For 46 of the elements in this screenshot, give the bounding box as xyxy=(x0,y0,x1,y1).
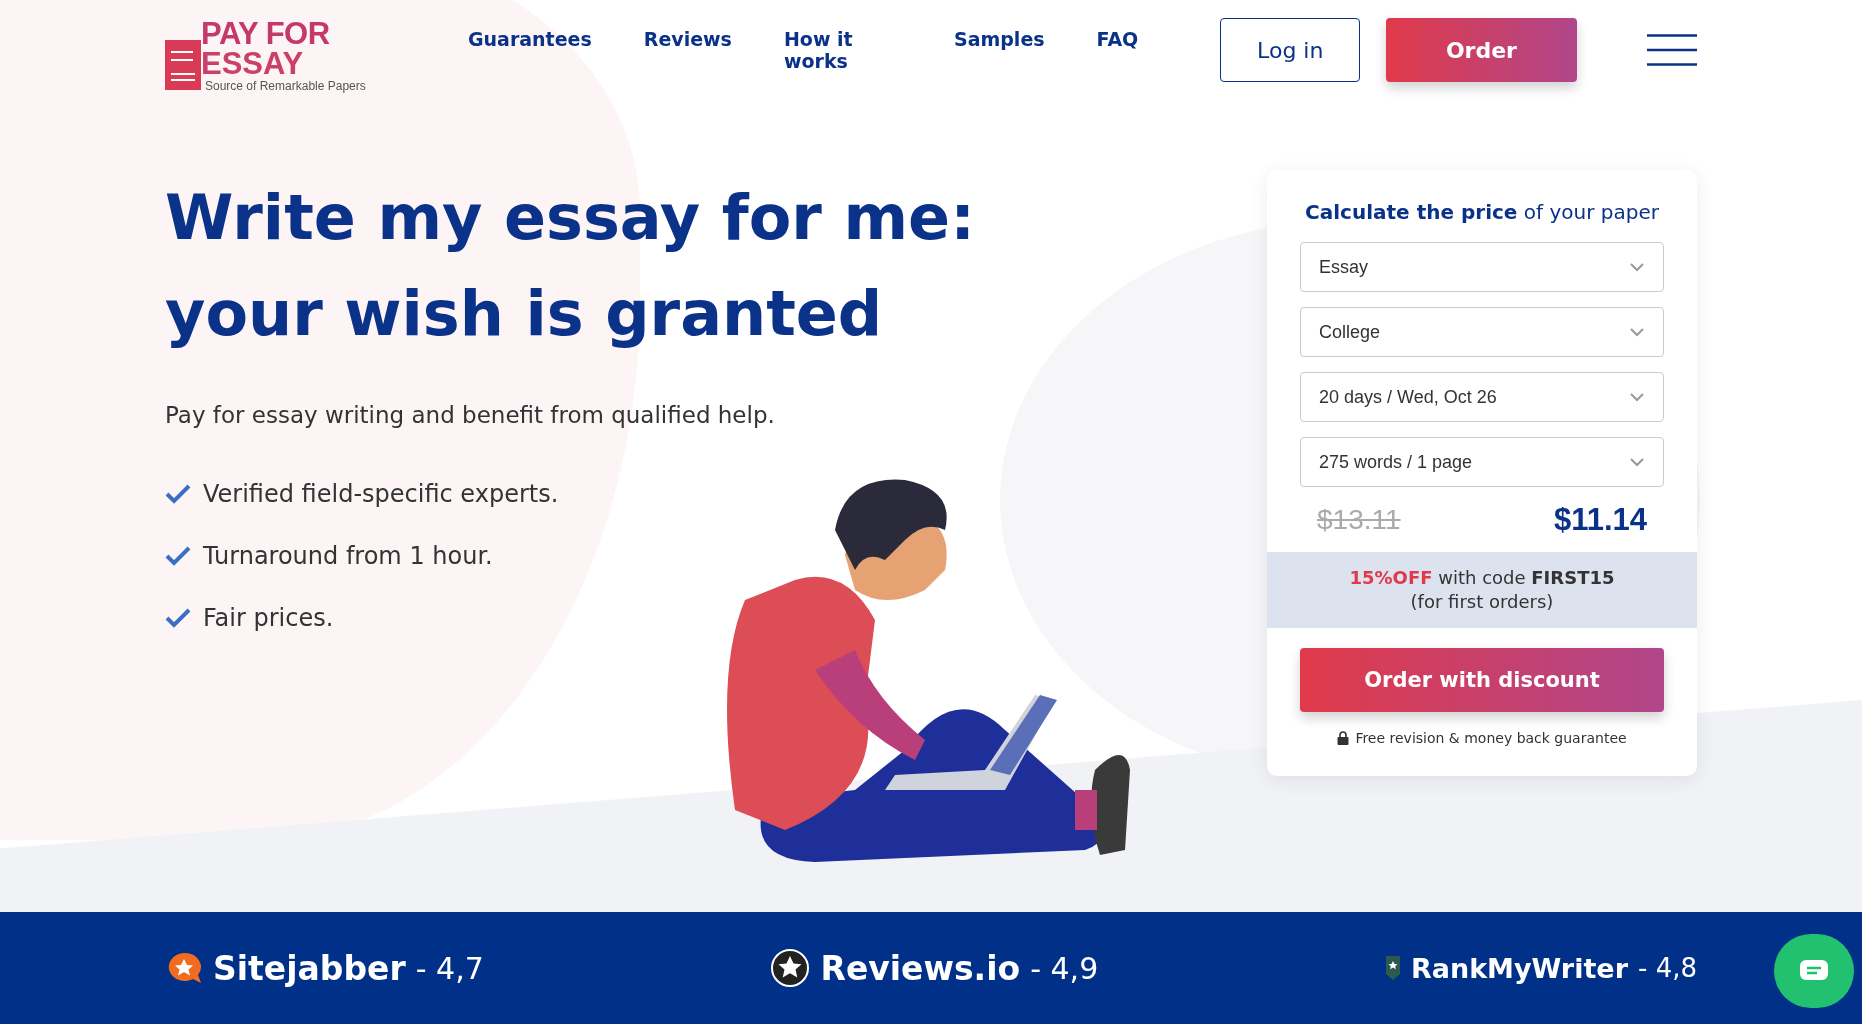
dropdown[interactable]: 275 words / 1 page xyxy=(1300,437,1664,487)
dropdown[interactable]: College xyxy=(1300,307,1664,357)
rating-site[interactable]: Sitejabber xyxy=(213,948,406,988)
lock-icon xyxy=(1337,731,1350,745)
logo-text: PAY FOR xyxy=(201,18,330,49)
nav-link[interactable]: Guarantees xyxy=(467,28,592,72)
dropdown[interactable]: 20 days / Wed, Oct 26 xyxy=(1300,372,1664,422)
order-button[interactable]: Order xyxy=(1386,18,1577,82)
logo-tagline: Source of Remarkable Papers xyxy=(205,80,366,92)
dropdown[interactable]: Essay xyxy=(1300,242,1664,292)
chevron-down-icon xyxy=(1629,457,1645,467)
promo-note: (for first orders) xyxy=(1409,590,1555,614)
feature-text: Fair prices. xyxy=(203,604,334,632)
logo-text: ESSAY xyxy=(201,48,304,79)
document-icon xyxy=(165,40,201,90)
feature-text: Verified field-specific experts. xyxy=(203,480,559,508)
hero-subtitle: Pay for essay writing and benefit from qualified help. xyxy=(165,402,776,428)
nav-link[interactable]: Reviews xyxy=(643,28,732,72)
old-price: $13.11 xyxy=(1317,504,1401,536)
star-circle-icon xyxy=(770,948,811,988)
login-button[interactable]: Log in xyxy=(1220,18,1361,82)
rating-site[interactable]: RankMyWriter xyxy=(1410,952,1628,984)
chevron-down-icon xyxy=(1629,327,1645,337)
rating-site[interactable]: Reviews.io xyxy=(820,948,1021,988)
feature-text: Turnaround from 1 hour. xyxy=(203,542,493,570)
promo-text: 15%OFF with code FIRST15 xyxy=(1348,566,1616,590)
calculator-heading: Calculate the price of your paper xyxy=(1305,200,1659,224)
nav-link[interactable]: FAQ xyxy=(1096,28,1139,72)
hero-title: Write my essay for me: xyxy=(165,181,975,254)
order-discount-button[interactable]: Order with discount xyxy=(1300,648,1664,712)
check-icon xyxy=(165,546,191,566)
rating-score: - 4,8 xyxy=(1638,953,1697,983)
nav-link[interactable]: How it works xyxy=(783,28,902,72)
check-icon xyxy=(165,484,191,504)
rating-score: - 4,9 xyxy=(1030,950,1099,986)
check-icon xyxy=(165,608,191,628)
rating-score: - 4,7 xyxy=(415,950,484,986)
chat-icon xyxy=(1799,959,1829,983)
chevron-down-icon xyxy=(1629,262,1645,272)
chevron-down-icon xyxy=(1629,392,1645,402)
guarantee-text: Free revision & money back guarantee xyxy=(1355,730,1627,746)
menu-icon[interactable] xyxy=(1646,33,1697,67)
nav-link[interactable]: Samples xyxy=(953,28,1045,72)
price: $11.14 xyxy=(1553,502,1647,538)
shield-icon xyxy=(1384,955,1401,981)
hero-title: your wish is granted xyxy=(165,277,883,350)
